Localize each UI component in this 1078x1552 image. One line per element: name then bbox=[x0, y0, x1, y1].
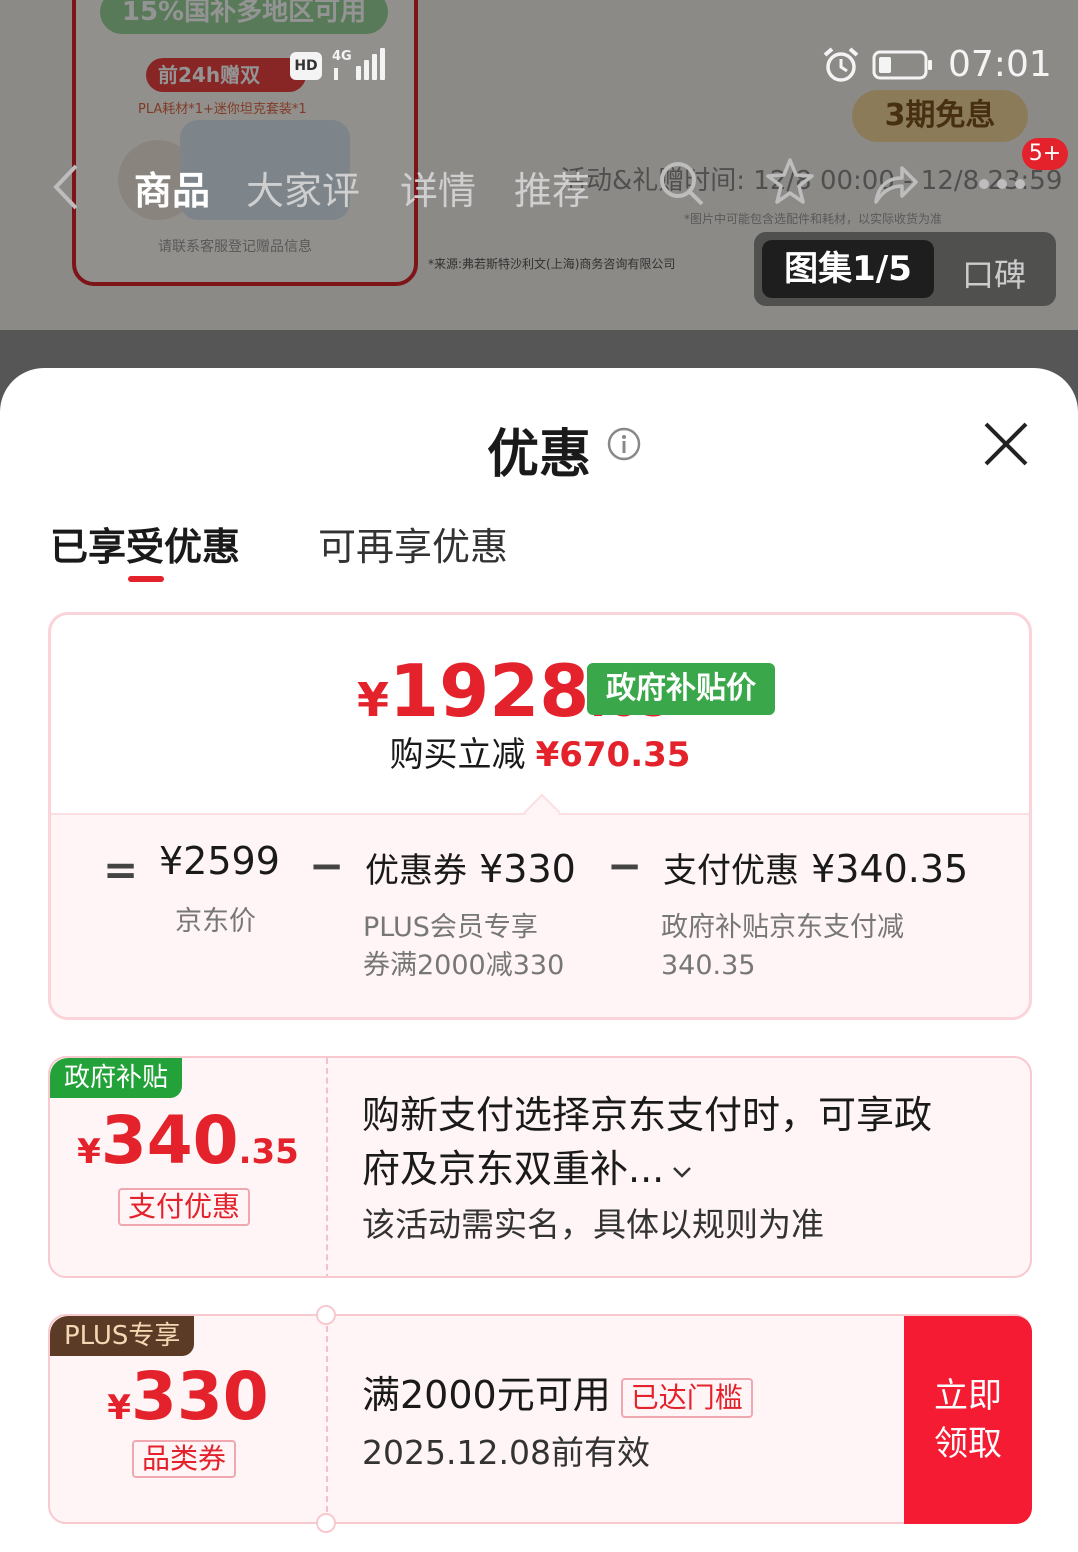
price-breakdown: = ¥2599 京东价 − 优惠券 ¥330 PLUS会员专享 券满2000减33… bbox=[51, 813, 1029, 1017]
jd-price-label: 京东价 bbox=[175, 906, 256, 937]
card-type-badge: 品类券 bbox=[132, 1440, 237, 1478]
gov-subsidy-tag: 政府补贴 bbox=[50, 1058, 183, 1098]
payment-discount: 支付优惠 ¥340.35 bbox=[663, 847, 969, 891]
nav-tab-recommend[interactable]: 推荐 bbox=[514, 160, 590, 215]
claim-coupon-button[interactable]: 立即 领取 bbox=[904, 1316, 1032, 1524]
hd-icon: HD bbox=[290, 52, 322, 80]
svg-text:4G: 4G bbox=[332, 49, 352, 64]
card-title: 满2000元可用 已达门槛 bbox=[362, 1368, 753, 1422]
card-divider bbox=[326, 1316, 328, 1522]
chevron-down-icon[interactable] bbox=[670, 1162, 694, 1182]
more-icon[interactable] bbox=[972, 174, 1032, 194]
card-amount: ¥340.35 bbox=[77, 1102, 299, 1179]
coupon-discount: 优惠券 ¥330 bbox=[365, 847, 576, 891]
discount-sheet: 优惠 已享受优惠 可再享优惠 ¥1928.65 政府补贴价 购买立减¥670.3… bbox=[0, 368, 1078, 1552]
signal-icon: 4G bbox=[332, 48, 385, 80]
equals-sign: = bbox=[103, 845, 139, 894]
minus-sign: − bbox=[607, 841, 643, 890]
active-tab-indicator bbox=[128, 576, 164, 582]
search-icon[interactable] bbox=[656, 158, 706, 208]
card-amount: ¥330 bbox=[107, 1358, 269, 1435]
sheet-title: 优惠 bbox=[486, 425, 591, 485]
product-nav-bar: 商品 大家评 详情 推荐 5+ bbox=[0, 138, 1078, 220]
plus-exclusive-tag: PLUS专享 bbox=[50, 1316, 195, 1356]
sheet-header: 优惠 bbox=[0, 412, 1078, 487]
coupon-notch bbox=[316, 1513, 336, 1533]
battery-icon bbox=[872, 50, 932, 80]
favorite-star-icon[interactable] bbox=[764, 156, 816, 208]
card-divider bbox=[326, 1058, 328, 1276]
card-type-badge: 支付优惠 bbox=[118, 1188, 251, 1226]
status-bar: HD 4G 07:01 bbox=[0, 40, 1078, 92]
info-icon[interactable] bbox=[606, 426, 642, 462]
alarm-icon bbox=[823, 47, 859, 82]
price-summary-card: ¥1928.65 政府补贴价 购买立减¥670.35 = ¥2599 京东价 −… bbox=[48, 612, 1032, 1020]
card-subtitle: 该活动需实名，具体以规则为准 bbox=[362, 1205, 824, 1244]
nav-tab-reviews[interactable]: 大家评 bbox=[246, 160, 360, 215]
card-title[interactable]: 购新支付选择京东支付时，可享政 府及京东双重补... bbox=[362, 1088, 932, 1196]
threshold-reached-badge: 已达门槛 bbox=[620, 1377, 753, 1418]
clock: 07:01 bbox=[948, 44, 1052, 85]
coupon-notch bbox=[316, 1305, 336, 1325]
gallery-tab-reviews[interactable]: 口碑 bbox=[962, 250, 1026, 296]
plus-coupon-card: PLUS专享 ¥330 品类券 满2000元可用 已达门槛 2025.12.08前… bbox=[48, 1305, 1032, 1533]
back-arrow-icon[interactable] bbox=[48, 162, 84, 212]
nav-tab-product[interactable]: 商品 bbox=[134, 160, 210, 215]
close-icon[interactable] bbox=[978, 416, 1034, 472]
share-icon[interactable] bbox=[870, 158, 920, 208]
tab-more-discounts[interactable]: 可再享优惠 bbox=[318, 516, 508, 571]
jd-price: ¥2599 bbox=[159, 839, 280, 883]
payment-description: 政府补贴京东支付减 340.35 bbox=[661, 912, 904, 981]
message-count-badge: 5+ bbox=[1022, 138, 1068, 170]
gallery-tab-images[interactable]: 图集1/5 bbox=[762, 240, 934, 298]
card-expiry: 2025.12.08前有效 bbox=[362, 1433, 650, 1472]
tab-enjoyed-discounts[interactable]: 已享受优惠 bbox=[50, 516, 240, 571]
payment-discount-card[interactable]: 政府补贴 ¥340.35 支付优惠 购新支付选择京东支付时，可享政 府及京东双重… bbox=[48, 1056, 1032, 1278]
coupon-description: PLUS会员专享 券满2000减330 bbox=[363, 912, 565, 981]
nav-tab-details[interactable]: 详情 bbox=[400, 160, 476, 215]
minus-sign: − bbox=[309, 841, 345, 890]
instant-reduction: 购买立减 ¥670.35 bbox=[389, 735, 691, 775]
gov-subsidy-price-tag: 政府补贴价 bbox=[587, 663, 775, 715]
